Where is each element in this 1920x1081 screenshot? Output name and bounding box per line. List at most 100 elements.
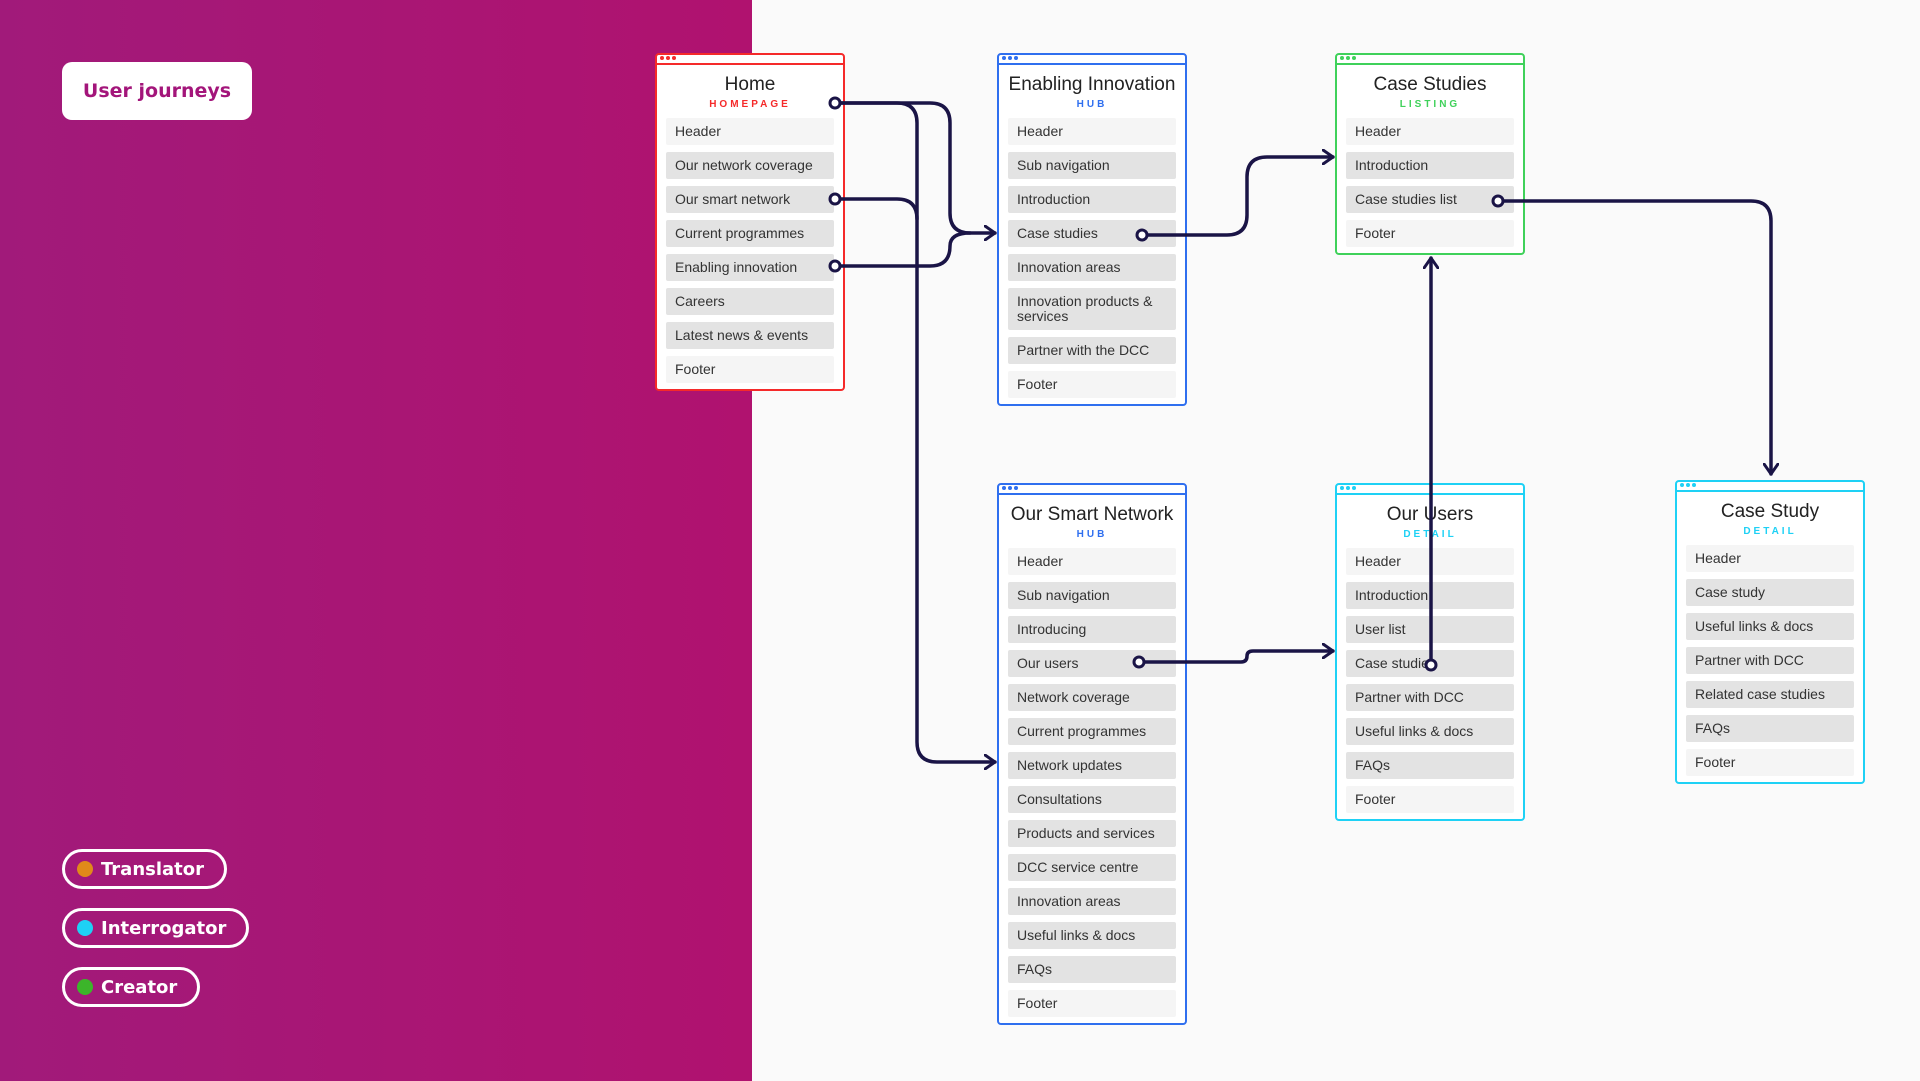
legend-translator[interactable]: Translator [62,849,228,889]
legend-creator[interactable]: Creator [62,967,201,1007]
section-row[interactable]: Partner with the DCC [1008,337,1176,364]
section-row[interactable]: Footer [1346,220,1514,247]
section-row[interactable]: Current programmes [1008,718,1176,745]
window-dots-icon [1340,56,1356,60]
section-row[interactable]: Footer [1686,749,1854,776]
section-row[interactable]: Header [666,118,834,145]
section-row[interactable]: Useful links & docs [1686,613,1854,640]
legend-interrogator[interactable]: Interrogator [62,908,250,948]
card-type-label: LISTING [1399,99,1461,110]
window-dots-icon [1340,486,1356,490]
section-row[interactable]: FAQs [1346,752,1514,779]
section-row[interactable]: Footer [666,356,834,383]
link-enabling-row-to-enabling [833,231,972,268]
link-casestudies-to-casestudy [1496,199,1771,476]
section-list: Header Our network coverage Our smart netw… [657,111,843,389]
card-title: Case Studies [1373,74,1487,95]
section-row[interactable]: Sub navigation [1008,582,1176,609]
section-row[interactable]: Partner with DCC [1686,647,1854,674]
card-title: Home [724,74,776,95]
section-row[interactable]: Partner with DCC [1346,684,1514,711]
section-row[interactable]: Products and services [1008,820,1176,847]
card-case-studies[interactable]: Case Studies LISTING Header Introduction Cas… [1335,53,1525,255]
section-row[interactable]: Header [1008,118,1176,145]
section-row[interactable]: Current programmes [666,220,834,247]
card-enabling-innovation[interactable]: Enabling Innovation HUB Header Sub navigati… [997,53,1187,406]
section-row[interactable]: Header [1686,545,1854,572]
link-home-to-smartnetwork [833,101,997,762]
card-type-label: DETAIL [1743,526,1797,537]
legend-label: Translator [101,858,205,880]
section-row[interactable]: Useful links & docs [1008,922,1176,949]
section-row[interactable]: Latest news & events [666,322,834,349]
section-row[interactable]: Innovation areas [1008,888,1176,915]
page-title: User journeys [62,62,252,120]
interrogator-dot-icon [77,920,93,936]
window-bar [657,55,843,65]
section-row[interactable]: FAQs [1686,715,1854,742]
creator-dot-icon [77,979,93,995]
section-row[interactable]: Footer [1346,786,1514,813]
section-row[interactable]: Our network coverage [666,152,834,179]
section-list: Header Introduction User list Case studies P… [1337,541,1523,819]
section-row[interactable]: Footer [1008,371,1176,398]
section-row[interactable]: Introduction [1008,186,1176,213]
window-bar [1337,55,1523,65]
section-row[interactable]: Case studies list [1346,186,1514,213]
section-row[interactable]: Useful links & docs [1346,718,1514,745]
window-bar [1337,485,1523,495]
translator-dot-icon [77,861,93,877]
section-row[interactable]: Footer [1008,990,1176,1017]
section-row[interactable]: Header [1346,548,1514,575]
card-our-smart-network[interactable]: Our Smart Network HUB Header Sub navigation… [997,483,1187,1025]
window-bar [999,55,1185,65]
card-title: Case Study [1720,501,1820,522]
section-list: Header Sub navigation Introducing Our users… [999,541,1185,1023]
section-row[interactable]: Our smart network [666,186,834,213]
section-row[interactable]: Network coverage [1008,684,1176,711]
section-list: Header Introduction Case studies list Foote… [1337,111,1523,253]
section-row[interactable]: Introduction [1346,152,1514,179]
section-row[interactable]: Header [1346,118,1514,145]
card-title: Our Smart Network [1010,504,1174,525]
section-row[interactable]: DCC service centre [1008,854,1176,881]
section-row[interactable]: Enabling innovation [666,254,834,281]
link-home-to-enabling [833,101,997,233]
section-list: Header Sub navigation Introduction Case stu… [999,111,1185,404]
window-dots-icon [660,56,676,60]
section-row[interactable]: Innovation products & services [1008,288,1176,330]
link-smart-row-to-smartnetwork [833,197,919,221]
section-row[interactable]: Case studies [1346,650,1514,677]
section-row[interactable]: Consultations [1008,786,1176,813]
section-row[interactable]: Network updates [1008,752,1176,779]
window-dots-icon [1002,486,1018,490]
window-bar [1677,482,1863,492]
section-row[interactable]: Header [1008,548,1176,575]
section-list: Header Case study Useful links & docs Partn… [1677,538,1863,782]
legend-label: Creator [101,976,178,998]
section-row[interactable]: Related case studies [1686,681,1854,708]
card-type-label: DETAIL [1403,529,1457,540]
section-row[interactable]: Sub navigation [1008,152,1176,179]
card-home[interactable]: Home HOMEPAGE Header Our network coverage Ou… [655,53,845,391]
legend-label: Interrogator [101,917,227,939]
card-title: Our Users [1386,504,1474,525]
window-bar [999,485,1185,495]
card-case-study[interactable]: Case Study DETAIL Header Case study Useful l… [1675,480,1865,784]
card-our-users[interactable]: Our Users DETAIL Header Introduction User li… [1335,483,1525,821]
card-type-label: HUB [1076,529,1108,540]
section-row[interactable]: FAQs [1008,956,1176,983]
card-type-label: HUB [1076,99,1108,110]
section-row[interactable]: Careers [666,288,834,315]
window-dots-icon [1002,56,1018,60]
card-type-label: HOMEPAGE [709,99,791,110]
section-row[interactable]: Case study [1686,579,1854,606]
section-row[interactable]: Innovation areas [1008,254,1176,281]
section-row[interactable]: User list [1346,616,1514,643]
window-dots-icon [1680,483,1696,487]
section-row[interactable]: Introducing [1008,616,1176,643]
section-row[interactable]: Our users [1008,650,1176,677]
card-title: Enabling Innovation [1008,74,1176,95]
section-row[interactable]: Introduction [1346,582,1514,609]
section-row[interactable]: Case studies [1008,220,1176,247]
